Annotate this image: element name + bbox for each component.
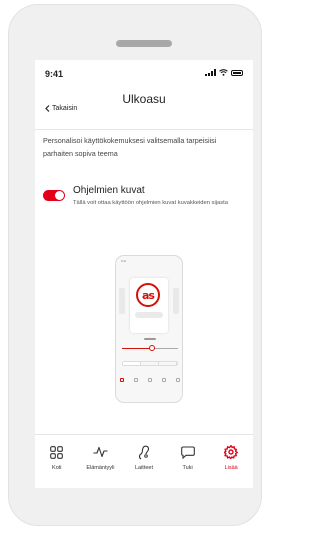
tab-elamantyyli[interactable]: Elämäntyyli <box>79 435 121 488</box>
tab-lisaa[interactable]: Lisää <box>210 435 252 488</box>
header-divider <box>35 129 253 130</box>
tab-label: Koti <box>52 465 62 471</box>
status-time: 9:41 <box>45 69 64 79</box>
back-button[interactable]: Takaisin <box>45 105 77 112</box>
device-frame: 9:41 Ulkoasu Takaisin Personalisoi käytt… <box>8 4 262 526</box>
hearing-aid-icon <box>136 444 152 460</box>
toggle-knob <box>55 191 64 200</box>
chat-icon <box>180 444 196 460</box>
tab-label: Tuki <box>182 465 193 471</box>
setting-title: Ohjelmien kuvat <box>73 185 145 196</box>
preview-page-indicator <box>144 338 156 340</box>
signal-icon <box>205 69 216 76</box>
tab-label: Lisää <box>224 465 238 471</box>
tab-koti[interactable]: Koti <box>36 435 78 488</box>
preview-program-card: as <box>130 278 168 333</box>
preview-segmented-control <box>122 361 178 366</box>
tab-label: Laitteet <box>134 465 153 471</box>
wifi-icon <box>219 69 228 76</box>
page-title: Ulkoasu <box>122 92 166 106</box>
logo-text: as <box>142 288 155 302</box>
theme-preview-image: 9:41 as <box>115 255 183 403</box>
grid-icon <box>49 444 65 460</box>
preview-time: 9:41 <box>121 260 126 263</box>
tab-tuki[interactable]: Tuki <box>167 435 209 488</box>
preview-side-card-right <box>173 288 179 314</box>
chevron-left-icon <box>45 105 50 112</box>
back-label: Takaisin <box>52 105 78 112</box>
intro-text: Personalisoi käyttökokemuksesi valitsema… <box>43 136 217 158</box>
battery-icon <box>231 69 243 76</box>
speaker-grille <box>116 40 172 47</box>
setting-description: Tällä voit ottaa käyttöön ohjelmien kuva… <box>73 200 228 206</box>
status-icons <box>205 69 243 76</box>
preview-program-name <box>135 312 163 318</box>
status-bar: 9:41 <box>35 60 253 84</box>
app-screen: 9:41 Ulkoasu Takaisin Personalisoi käytt… <box>35 60 253 488</box>
preview-volume-slider <box>122 345 178 351</box>
program-images-toggle[interactable] <box>43 190 65 201</box>
tab-laitteet[interactable]: Laitteet <box>123 435 165 488</box>
activity-icon <box>92 444 108 460</box>
lastfm-logo-icon: as <box>136 283 160 307</box>
tab-label: Elämäntyyli <box>86 465 115 471</box>
bottom-tab-bar: Koti Elämäntyyli Laitteet Tuki Lisää <box>35 434 253 488</box>
preview-tab-bar <box>120 378 180 382</box>
gear-icon <box>223 444 239 460</box>
preview-side-card-left <box>119 288 125 314</box>
